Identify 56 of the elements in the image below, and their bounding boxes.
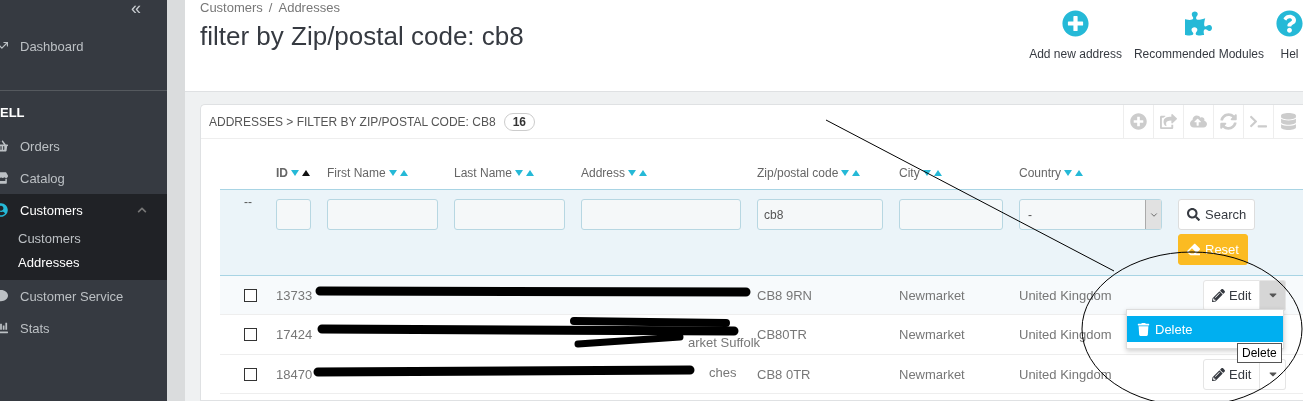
- zip-filter-field[interactable]: cb8: [757, 199, 883, 230]
- table-cell: CB8 9RN: [757, 287, 812, 303]
- country-select[interactable]: -: [1019, 199, 1162, 230]
- id-filter-field[interactable]: [276, 199, 311, 230]
- collapse-toggle[interactable]: «: [131, 0, 141, 18]
- sidebar-item[interactable]: Customer Service: [0, 280, 167, 312]
- pencil-icon: [1212, 367, 1225, 381]
- sidebar-item[interactable]: Customers: [0, 194, 167, 226]
- table-cell: Newmarket: [899, 366, 965, 382]
- breadcrumb-separator: /: [268, 0, 273, 15]
- first-name-filter-field[interactable]: [327, 199, 438, 230]
- row-checkbox[interactable]: [243, 328, 257, 341]
- puzzle-icon: [1185, 10, 1213, 37]
- toolbar-button[interactable]: Hel: [1276, 10, 1303, 91]
- table-cell: 17424: [276, 327, 313, 342]
- last-name-filter-field[interactable]: [454, 199, 565, 230]
- page-title: filter by Zip/postal code: cb8: [200, 21, 524, 52]
- table-cell: ches: [709, 364, 737, 380]
- submenu-item[interactable]: Addresses: [0, 250, 167, 274]
- edit-button[interactable]: Edit: [1203, 279, 1261, 311]
- dropdown-toggle[interactable]: [1260, 279, 1287, 311]
- column-header[interactable]: City: [899, 166, 1019, 180]
- sidebar-item[interactable]: Catalog: [0, 162, 167, 194]
- breadcrumb-link[interactable]: Customers: [200, 0, 263, 15]
- panel-title: ADDRESSES > FILTER BY ZIP/POSTAL CODE: CB8: [209, 114, 496, 129]
- row-checkbox[interactable]: [243, 288, 257, 302]
- column-header[interactable]: ID: [276, 166, 327, 180]
- search-button[interactable]: Search: [1178, 199, 1256, 230]
- sort-down-icon[interactable]: [922, 170, 931, 176]
- city-filter-field[interactable]: [899, 199, 1003, 230]
- chevron-icon: [1145, 200, 1161, 229]
- table-cell: Newmarket: [899, 287, 965, 303]
- sidebar-item[interactable]: Stats: [0, 312, 167, 344]
- sidebar-item[interactable]: Orders: [0, 130, 167, 162]
- toolbar-button[interactable]: Recommended Modules: [1133, 10, 1264, 91]
- row-checkbox[interactable]: [243, 367, 257, 381]
- toolbar-button[interactable]: Add new address: [1029, 10, 1122, 91]
- search-icon: [1187, 208, 1200, 221]
- table-cell: 13733: [276, 287, 313, 303]
- table-cell: Newmarket: [899, 327, 965, 342]
- address-filter-field[interactable]: [581, 199, 741, 230]
- table-cell: CB8 0TR: [757, 366, 811, 382]
- bulk-marker: --: [244, 195, 252, 209]
- breadcrumb-link[interactable]: Addresses: [278, 0, 340, 15]
- eraser-icon: [1187, 243, 1200, 256]
- table-cell: 18470: [276, 366, 313, 382]
- section-heading: ELL: [0, 105, 25, 120]
- trash-icon: [1137, 322, 1150, 336]
- pencil-icon: [1212, 288, 1225, 302]
- submenu-item[interactable]: Customers: [0, 226, 167, 250]
- plus-icon: [1062, 10, 1090, 37]
- sort-up-icon[interactable]: [302, 170, 310, 176]
- edit-button[interactable]: Edit: [1203, 358, 1261, 390]
- tooltip: Delete: [1237, 343, 1282, 363]
- help-icon: [1276, 10, 1303, 37]
- sidebar-item[interactable]: Dashboard: [0, 30, 167, 62]
